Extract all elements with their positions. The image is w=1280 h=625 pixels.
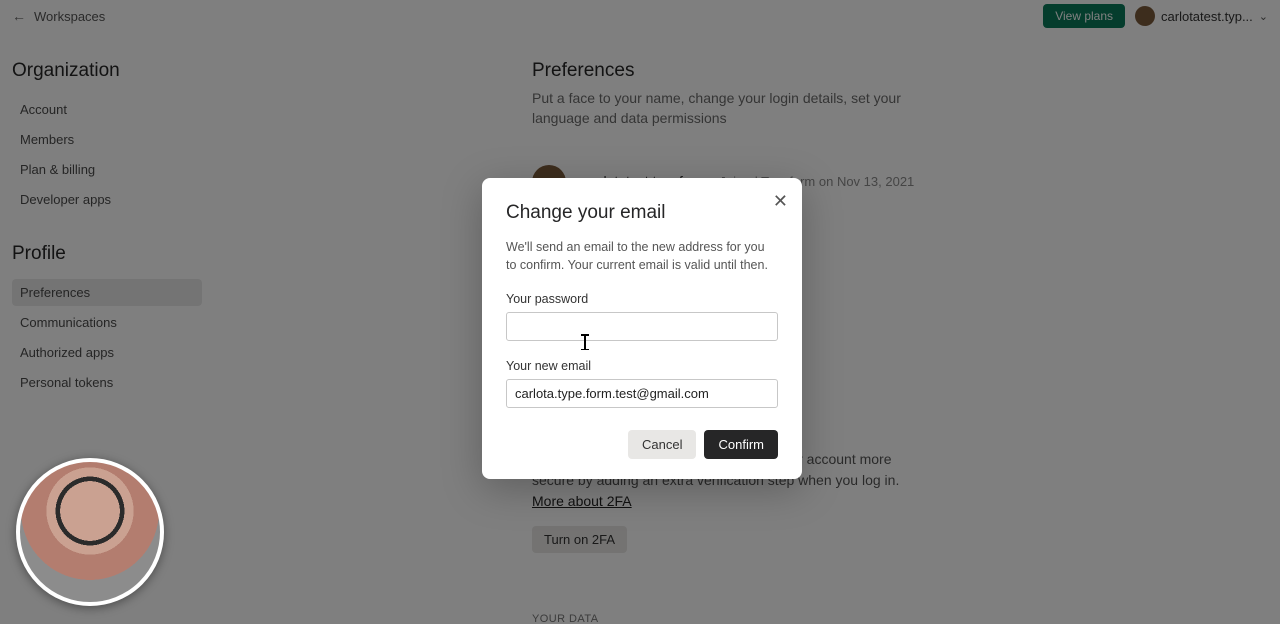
password-label: Your password <box>506 292 778 306</box>
modal-description: We'll send an email to the new address f… <box>506 238 778 274</box>
close-icon: ✕ <box>773 191 788 211</box>
presenter-webcam <box>16 458 164 606</box>
change-email-modal: ✕ Change your email We'll send an email … <box>482 178 802 479</box>
new-email-label: Your new email <box>506 359 778 373</box>
new-email-input[interactable] <box>506 379 778 408</box>
cancel-button[interactable]: Cancel <box>628 430 696 459</box>
password-input[interactable] <box>506 312 778 341</box>
close-button[interactable]: ✕ <box>773 192 788 210</box>
confirm-button[interactable]: Confirm <box>704 430 778 459</box>
modal-title: Change your email <box>506 202 778 224</box>
